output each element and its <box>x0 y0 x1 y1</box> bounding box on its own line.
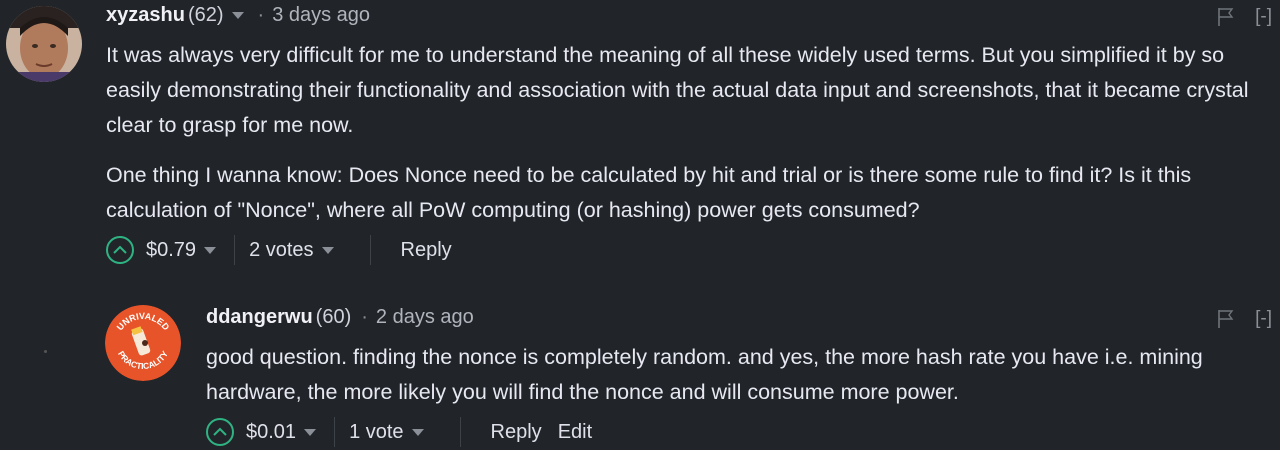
collapse-toggle[interactable]: [-] <box>1255 6 1272 28</box>
avatar[interactable]: UNRIVALED PRACTICALITY <box>105 305 181 381</box>
author-name[interactable]: ddangerwu <box>206 306 313 329</box>
divider <box>234 235 236 265</box>
caret-down-icon[interactable] <box>321 246 334 254</box>
chevron-up-icon <box>113 245 127 254</box>
meta-separator: · <box>257 4 265 26</box>
upvote-button[interactable] <box>106 236 134 264</box>
payout-value[interactable]: $0.79 <box>146 239 196 262</box>
caret-down-icon[interactable] <box>204 246 217 254</box>
comment-timestamp[interactable]: 2 days ago <box>376 306 474 329</box>
avatar-logo: UNRIVALED PRACTICALITY <box>105 305 181 381</box>
reply-button[interactable]: Reply <box>491 421 542 444</box>
collapse-toggle[interactable]: [-] <box>1255 308 1272 330</box>
author-reputation: (62) <box>187 4 224 26</box>
divider <box>369 235 371 265</box>
reply-button[interactable]: Reply <box>401 239 452 262</box>
author-name[interactable]: xyzashu <box>106 4 185 27</box>
author-reputation: (60) <box>315 306 352 328</box>
comment-body: It was always very difficult for me to u… <box>106 38 1276 243</box>
flag-icon[interactable] <box>1217 7 1235 27</box>
avatar-photo <box>6 6 82 82</box>
caret-down-icon[interactable] <box>411 428 424 436</box>
divider <box>459 417 461 447</box>
comment-meta: ddangerwu (60) · 2 days ago <box>206 306 474 329</box>
comment-timestamp[interactable]: 3 days ago <box>272 4 370 27</box>
comment-tools: [-] <box>1217 308 1272 330</box>
votes-count[interactable]: 1 vote <box>349 421 403 444</box>
payout-value[interactable]: $0.01 <box>246 421 296 444</box>
comment-footer: $0.79 2 votes Reply <box>106 235 452 265</box>
comment-footer: $0.01 1 vote Reply Edit <box>206 417 592 447</box>
flag-icon[interactable] <box>1217 309 1235 329</box>
edit-button[interactable]: Edit <box>558 421 592 444</box>
meta-separator: · <box>361 306 368 328</box>
comment-body: good question. finding the nonce is comp… <box>206 340 1276 425</box>
upvote-button[interactable] <box>206 418 234 446</box>
comment-paragraph: It was always very difficult for me to u… <box>106 43 1249 137</box>
chevron-up-icon <box>213 427 227 436</box>
comment-meta: xyzashu (62) · 3 days ago <box>106 4 370 27</box>
avatar[interactable] <box>6 6 82 82</box>
caret-down-icon[interactable] <box>231 12 244 19</box>
divider <box>334 417 336 447</box>
comment-paragraph: good question. finding the nonce is comp… <box>206 345 1203 404</box>
comment-tools: [-] <box>1217 6 1272 28</box>
comment-paragraph: One thing I wanna know: Does Nonce need … <box>106 163 1192 222</box>
votes-count[interactable]: 2 votes <box>249 239 313 262</box>
caret-down-icon[interactable] <box>304 428 317 436</box>
stray-dot <box>44 350 47 353</box>
